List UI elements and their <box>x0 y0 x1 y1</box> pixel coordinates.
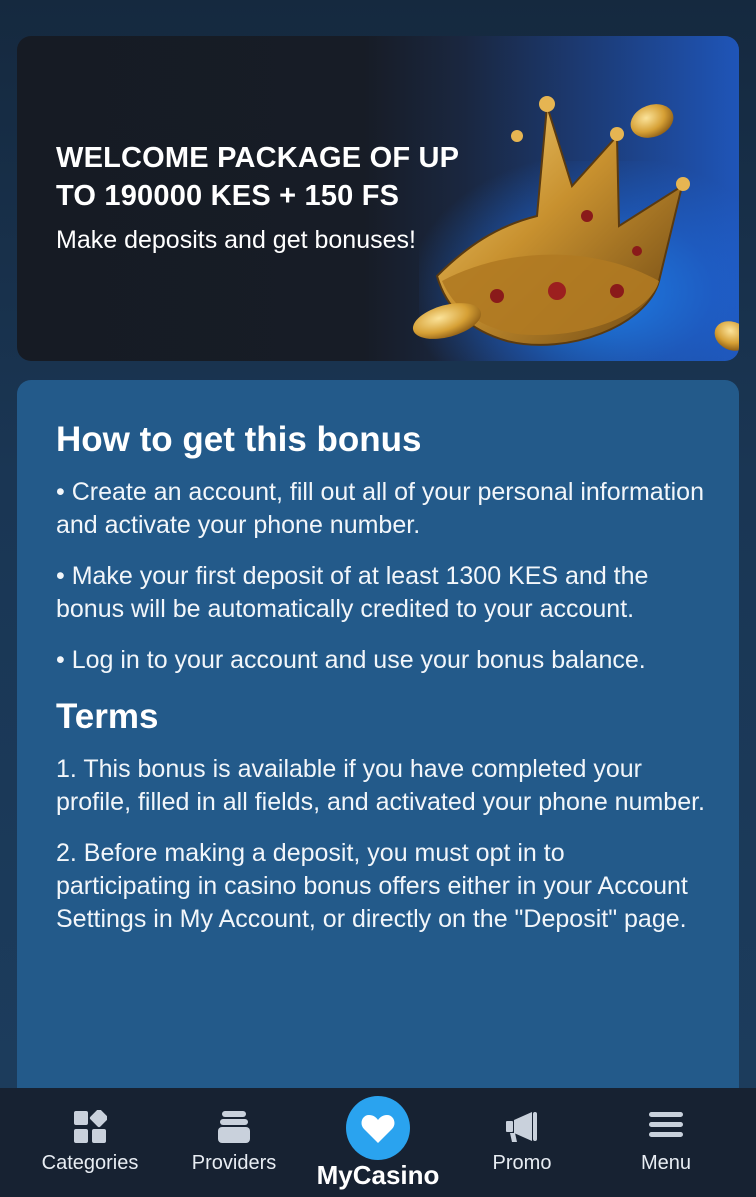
nav-categories[interactable]: Categories <box>28 1088 152 1197</box>
how-to-heading: How to get this bonus <box>56 420 422 459</box>
nav-mycasino-label: MyCasino <box>316 1160 440 1190</box>
megaphone-icon <box>506 1112 537 1142</box>
terms-heading: Terms <box>56 697 159 736</box>
terms-item: 1. This bonus is available if you have c… <box>56 755 705 816</box>
nav-categories-label: Categories <box>41 1152 139 1174</box>
nav-mycasino[interactable]: MyCasino <box>308 1088 448 1197</box>
categories-icon <box>74 1110 107 1143</box>
providers-icon <box>218 1111 250 1143</box>
bonus-info-content: How to get this bonus • Create an accoun… <box>56 418 706 954</box>
nav-menu[interactable]: Menu <box>614 1088 718 1197</box>
nav-promo[interactable]: Promo <box>470 1088 574 1197</box>
banner-subtitle: Make deposits and get bonuses! <box>56 226 416 254</box>
nav-providers[interactable]: Providers <box>174 1088 294 1197</box>
hamburger-menu-icon <box>649 1112 683 1137</box>
how-to-step: • Create an account, fill out all of you… <box>56 478 704 539</box>
bottom-navigation: Categories Providers MyCasino Promo Menu <box>0 1088 756 1197</box>
nav-menu-label: Menu <box>640 1152 692 1174</box>
terms-item: 2. Before making a deposit, you must opt… <box>56 839 688 933</box>
how-to-step: • Make your first deposit of at least 13… <box>56 562 649 623</box>
banner-title: WELCOME PACKAGE OF UP TO 190000 KES + 15… <box>56 142 459 212</box>
heart-icon <box>361 1115 395 1143</box>
welcome-banner[interactable]: WELCOME PACKAGE OF UP TO 190000 KES + 15… <box>17 36 739 361</box>
promo-page: WELCOME PACKAGE OF UP TO 190000 KES + 15… <box>0 0 756 1197</box>
nav-promo-label: Promo <box>492 1152 552 1174</box>
mycasino-bubble <box>346 1096 410 1160</box>
how-to-step: • Log in to your account and use your bo… <box>56 646 646 674</box>
nav-providers-label: Providers <box>191 1152 277 1174</box>
bonus-info-card: How to get this bonus • Create an accoun… <box>17 380 739 1140</box>
